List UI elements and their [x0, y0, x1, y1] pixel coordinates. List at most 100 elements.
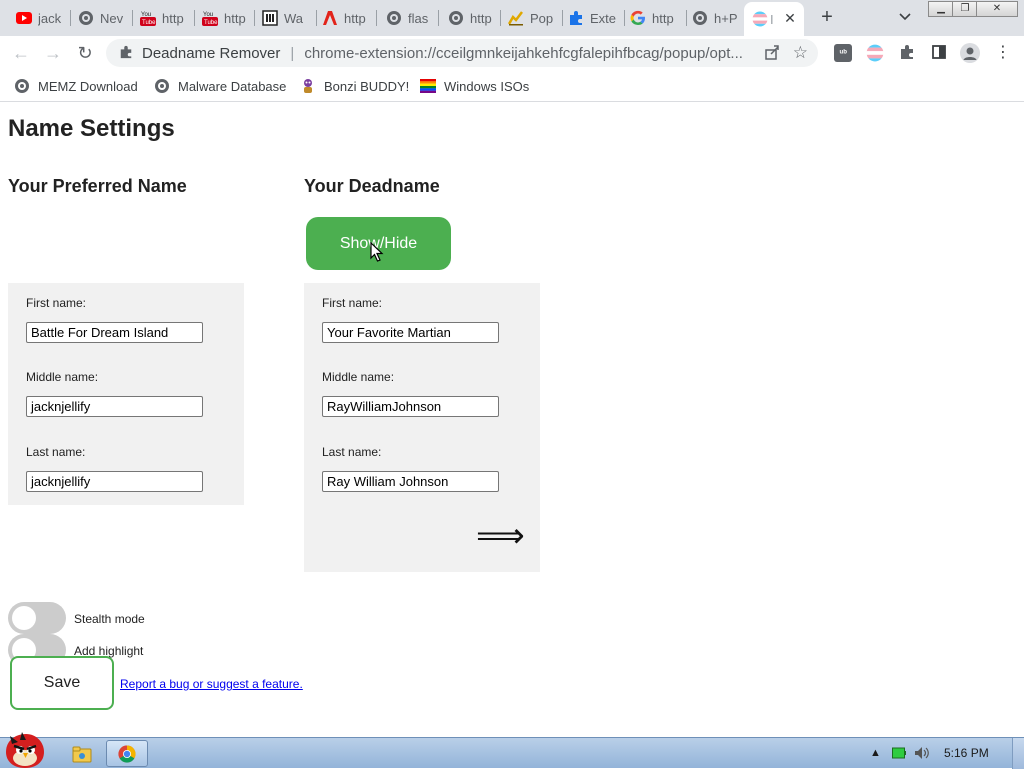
bookmark-label: Malware Database [178, 78, 287, 94]
extension-options-page: Name Settings Your Preferred Name Your D… [0, 103, 1024, 737]
deadname-last-name-input[interactable]: Ray William Johnson [322, 471, 499, 492]
share-icon[interactable] [764, 44, 780, 63]
taskbar-clock[interactable]: 5:16 PM [944, 746, 989, 760]
tab-search-icon[interactable] [896, 8, 914, 26]
start-button-icon[interactable] [2, 730, 48, 770]
globe-icon [154, 78, 170, 94]
globe-icon [448, 10, 464, 26]
toggle-knob [12, 606, 36, 630]
svg-text:ub: ub [840, 49, 848, 56]
page-title: Name Settings [8, 115, 175, 142]
tab-label: http [470, 10, 492, 26]
preferred-name-heading: Your Preferred Name [8, 176, 187, 196]
tab-separator [562, 10, 563, 26]
tray-expand-icon[interactable]: ▲ [870, 747, 881, 759]
bookmark-item[interactable]: Malware Database [154, 76, 286, 96]
globe-icon [78, 10, 94, 26]
rainbow-flag-icon [420, 78, 436, 94]
preferred-last-name-input[interactable]: jacknjellify [26, 471, 203, 492]
tab[interactable]: http [630, 4, 686, 32]
taskbar-explorer-button[interactable] [64, 740, 100, 767]
tab-active[interactable]: I ✕ [744, 2, 804, 36]
adobe-icon [322, 10, 338, 26]
deadname-first-name-label: First name: [322, 296, 383, 310]
tab-label: Pop [530, 10, 554, 26]
trans-flag-icon[interactable] [866, 44, 884, 62]
tab-label: http [224, 10, 246, 26]
tab-label: jack [38, 10, 62, 26]
tab[interactable]: http [322, 4, 376, 32]
menu-kebab-icon[interactable]: ⋮ [994, 44, 1012, 62]
close-window-icon[interactable]: ✕ [976, 1, 1018, 17]
tab[interactable]: flas [386, 4, 440, 32]
youtube-icon: You Tube [140, 10, 156, 26]
tab[interactable]: Pop [508, 4, 562, 32]
tab-separator [686, 10, 687, 26]
browser-toolbar: ← → ↻ Deadname Remover | chrome-extensio… [0, 36, 1024, 70]
deadname-middle-name-input[interactable]: RayWilliamJohnson [322, 396, 499, 417]
bookmark-item[interactable]: Windows ISOs [420, 76, 529, 96]
tab-separator [254, 10, 255, 26]
double-arrow-icon: ⟹ [476, 517, 525, 555]
omnibox-divider: | [290, 44, 295, 62]
side-panel-icon[interactable] [930, 44, 948, 62]
stealth-mode-toggle[interactable] [8, 602, 66, 634]
extensions-puzzle-icon[interactable] [898, 44, 916, 62]
bonzi-icon [300, 78, 316, 94]
preferred-last-name-label: Last name: [26, 445, 86, 459]
tab[interactable]: h+P [692, 4, 744, 32]
tab-separator [316, 10, 317, 26]
tab[interactable]: Nev [78, 4, 136, 32]
bookmark-star-icon[interactable]: ☆ [793, 43, 808, 63]
tab[interactable]: http [448, 4, 502, 32]
tab[interactable]: You Tube http [202, 4, 256, 32]
save-button[interactable]: Save [10, 656, 114, 710]
mouse-cursor-icon [370, 242, 384, 262]
tab-label: http [652, 10, 674, 26]
archive-icon [262, 10, 278, 26]
tab-separator [624, 10, 625, 26]
forward-icon[interactable]: → [42, 42, 64, 64]
deadname-first-name-input[interactable]: Your Favorite Martian [322, 322, 499, 343]
battery-icon[interactable] [892, 747, 906, 759]
show-desktop-button[interactable] [1012, 738, 1024, 769]
bookmark-label: Windows ISOs [444, 78, 530, 94]
tab-label: I [770, 11, 774, 27]
svg-text:Tube: Tube [204, 20, 218, 26]
globe-icon [386, 10, 402, 26]
bookmark-item[interactable]: Bonzi BUDDY! [300, 76, 409, 96]
tab-separator [70, 10, 71, 26]
bookmark-label: MEMZ Download [38, 78, 138, 94]
deadname-last-name-label: Last name: [322, 445, 382, 459]
url-text: chrome-extension://cceilgmnkeijahkehfcgf… [304, 44, 743, 62]
tab-separator [376, 10, 377, 26]
preferred-first-name-input[interactable]: Battle For Dream Island [26, 322, 203, 343]
tab[interactable]: You Tube http [140, 4, 198, 32]
restore-icon[interactable]: ❐ [952, 1, 978, 17]
volume-icon[interactable] [914, 746, 930, 760]
tab-label: flas [408, 10, 429, 26]
tab[interactable]: Wa [262, 4, 316, 32]
bookmark-item[interactable]: MEMZ Download [14, 76, 138, 96]
tab-label: Exte [590, 10, 617, 26]
puzzle-icon [568, 10, 584, 26]
profile-avatar-icon[interactable] [960, 43, 980, 63]
taskbar-chrome-button[interactable] [106, 740, 148, 767]
tab-label: h+P [714, 10, 738, 26]
new-tab-icon[interactable]: + [816, 6, 838, 28]
back-icon[interactable]: ← [10, 42, 32, 64]
report-bug-link[interactable]: Report a bug or suggest a feature. [120, 677, 303, 691]
ublock-icon[interactable]: ub [834, 44, 852, 62]
tab-separator [500, 10, 501, 26]
minimize-icon[interactable]: ▁ [928, 1, 954, 17]
bookmark-label: Bonzi BUDDY! [324, 78, 410, 94]
address-bar[interactable]: Deadname Remover | chrome-extension://cc… [106, 39, 818, 67]
tab[interactable]: Exte [568, 4, 624, 32]
preferred-first-name-label: First name: [26, 296, 87, 310]
tab[interactable]: jack [16, 4, 74, 32]
reload-icon[interactable]: ↻ [74, 42, 96, 64]
svg-text:You: You [141, 12, 151, 18]
close-tab-icon[interactable]: ✕ [782, 10, 798, 26]
svg-text:Tube: Tube [142, 20, 156, 26]
preferred-middle-name-input[interactable]: jacknjellify [26, 396, 203, 417]
